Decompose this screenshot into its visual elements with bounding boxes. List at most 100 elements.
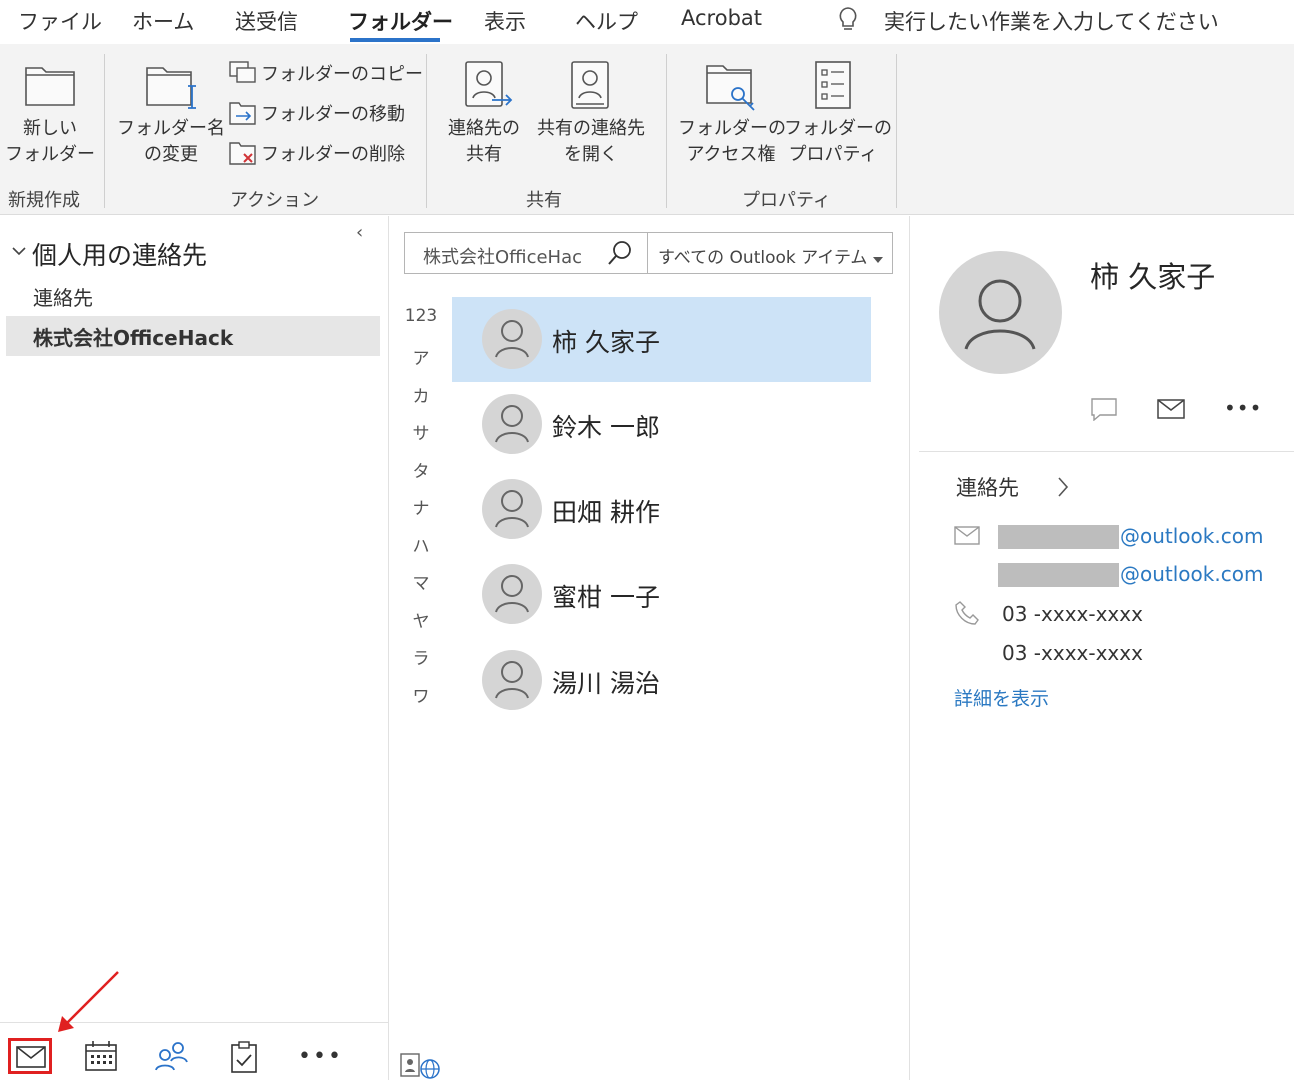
- contact-list-item[interactable]: 湯川 湯治: [452, 638, 871, 723]
- folder-permissions-label-1: フォルダーの: [678, 118, 786, 139]
- open-shared-contacts-label-2: を開く: [564, 144, 618, 165]
- phone-number-2[interactable]: 03 -xxxx-xxxx: [1002, 641, 1143, 665]
- contact-section-label: 連絡先: [956, 476, 1019, 500]
- phone-icon: [954, 600, 980, 630]
- my-contacts-section[interactable]: 個人用の連絡先: [10, 236, 370, 270]
- rename-folder-button[interactable]: フォルダー名 の変更: [116, 60, 226, 170]
- folder-properties-button[interactable]: フォルダーの プロパティ: [784, 58, 892, 170]
- chevron-down-icon: [10, 242, 28, 264]
- move-folder-label: フォルダーの移動: [261, 104, 405, 125]
- rename-folder-label-2: の変更: [144, 144, 198, 165]
- contact-list-item[interactable]: 田畑 耕作: [452, 467, 871, 552]
- contact-name: 柿 久家子: [552, 328, 660, 357]
- directory-globe-icon[interactable]: [399, 1052, 441, 1084]
- new-folder-label-2: フォルダー: [5, 144, 95, 165]
- nav-item-label: 株式会社OfficeHack: [33, 326, 234, 350]
- email-icon[interactable]: [1157, 399, 1185, 423]
- mail-module-button[interactable]: [8, 1038, 52, 1074]
- open-shared-contacts-button[interactable]: 共有の連絡先 を開く: [530, 58, 652, 170]
- tab-file[interactable]: ファイル: [18, 6, 102, 36]
- alpha-index-item[interactable]: ヤ: [404, 607, 438, 632]
- nav-item-officehack[interactable]: 株式会社OfficeHack: [6, 316, 380, 356]
- tab-folder[interactable]: フォルダー: [348, 6, 453, 36]
- rename-folder-icon: [146, 64, 202, 114]
- folder-permissions-button[interactable]: フォルダーの アクセス権: [678, 58, 786, 170]
- tab-help[interactable]: ヘルプ: [575, 6, 638, 36]
- nav-item-label: 連絡先: [33, 286, 93, 310]
- tab-acrobat[interactable]: Acrobat: [681, 6, 762, 30]
- section-title: 個人用の連絡先: [32, 241, 208, 270]
- tab-home[interactable]: ホーム: [132, 6, 194, 36]
- folder-properties-label-1: フォルダーの: [784, 118, 892, 139]
- chat-icon[interactable]: [1090, 397, 1118, 425]
- alpha-index-item[interactable]: カ: [404, 382, 438, 407]
- people-icon[interactable]: [154, 1040, 190, 1078]
- alpha-index-item[interactable]: ワ: [404, 682, 438, 707]
- show-details-link[interactable]: 詳細を表示: [954, 684, 1049, 711]
- contact-name: 鈴木 一郎: [552, 413, 660, 442]
- contact-list-item[interactable]: 鈴木 一郎: [452, 382, 871, 467]
- search-scope-dropdown[interactable]: すべての Outlook アイテム: [648, 232, 893, 274]
- active-tab-indicator: [350, 38, 440, 42]
- alpha-index-item[interactable]: マ: [404, 569, 438, 594]
- copy-folder-icon: [228, 60, 258, 88]
- copy-folder-label: フォルダーのコピー: [261, 64, 423, 85]
- email-address-2[interactable]: @outlook.com: [1120, 562, 1263, 586]
- contact-list-item[interactable]: 蜜柑 一子: [452, 552, 871, 637]
- lightbulb-icon[interactable]: [836, 6, 860, 38]
- tab-send-receive[interactable]: 送受信: [235, 6, 298, 36]
- alpha-index-item[interactable]: サ: [404, 419, 438, 444]
- search-input[interactable]: 株式会社OfficeHac: [404, 232, 648, 274]
- ribbon-separator: [666, 54, 667, 208]
- share-contacts-button[interactable]: 連絡先の 共有: [438, 58, 530, 170]
- copy-folder-button[interactable]: フォルダーのコピー: [228, 58, 423, 88]
- alpha-index-item[interactable]: ナ: [404, 494, 438, 519]
- share-contacts-icon: [462, 60, 514, 116]
- move-folder-icon: [228, 100, 258, 130]
- delete-folder-icon: [228, 140, 258, 170]
- move-folder-button[interactable]: フォルダーの移動: [228, 98, 408, 128]
- redacted-email-local-part: [998, 563, 1119, 587]
- contact-section-header[interactable]: 連絡先: [956, 472, 1086, 504]
- alpha-index-item[interactable]: ア: [404, 344, 438, 369]
- tab-view[interactable]: 表示: [484, 6, 526, 36]
- alpha-index-item[interactable]: ハ: [404, 532, 438, 557]
- search-icon[interactable]: [607, 240, 633, 270]
- person-icon: [482, 479, 542, 539]
- tell-me-search[interactable]: 実行したい作業を入力してください: [884, 6, 1219, 36]
- nav-item-contacts[interactable]: 連絡先: [6, 276, 380, 314]
- search-input-value: 株式会社OfficeHac: [423, 247, 583, 268]
- alpha-index-item[interactable]: ラ: [404, 644, 438, 669]
- tasks-icon[interactable]: [230, 1040, 258, 1078]
- alpha-index-item[interactable]: 123: [404, 306, 438, 326]
- properties-icon: [814, 60, 854, 116]
- calendar-icon[interactable]: [84, 1040, 118, 1076]
- email-address-1[interactable]: @outlook.com: [1120, 524, 1263, 548]
- folder-icon: [25, 64, 75, 110]
- more-modules-icon[interactable]: •••: [298, 1044, 343, 1069]
- contact-detail-name: 柿 久家子: [1090, 260, 1216, 294]
- delete-folder-label: フォルダーの削除: [261, 144, 405, 165]
- person-icon: [482, 564, 542, 624]
- ribbon-separator: [896, 54, 897, 208]
- annotation-arrow-icon: [58, 971, 119, 1032]
- person-icon: [482, 650, 542, 710]
- rename-folder-label-1: フォルダー名: [117, 118, 225, 139]
- alpha-index-item[interactable]: タ: [404, 457, 438, 482]
- contact-list-item[interactable]: 柿 久家子: [452, 297, 871, 382]
- contact-name: 田畑 耕作: [552, 498, 660, 527]
- group-label-actions: アクション: [230, 190, 320, 211]
- more-actions-icon[interactable]: •••: [1224, 396, 1262, 420]
- delete-folder-button[interactable]: フォルダーの削除: [228, 138, 408, 168]
- phone-number-1[interactable]: 03 -xxxx-xxxx: [1002, 602, 1143, 626]
- dropdown-arrow-icon: [872, 249, 884, 268]
- redacted-email-local-part: [998, 525, 1119, 549]
- new-folder-label-1: 新しい: [23, 118, 77, 139]
- folder-key-icon: [706, 62, 760, 116]
- chevron-right-icon: [1056, 476, 1070, 502]
- group-label-share: 共有: [526, 190, 562, 211]
- person-icon: [482, 394, 542, 454]
- folder-properties-label-2: プロパティ: [788, 144, 878, 165]
- new-folder-button[interactable]: 新しい フォルダー: [5, 60, 95, 170]
- contact-name: 湯川 湯治: [552, 669, 660, 698]
